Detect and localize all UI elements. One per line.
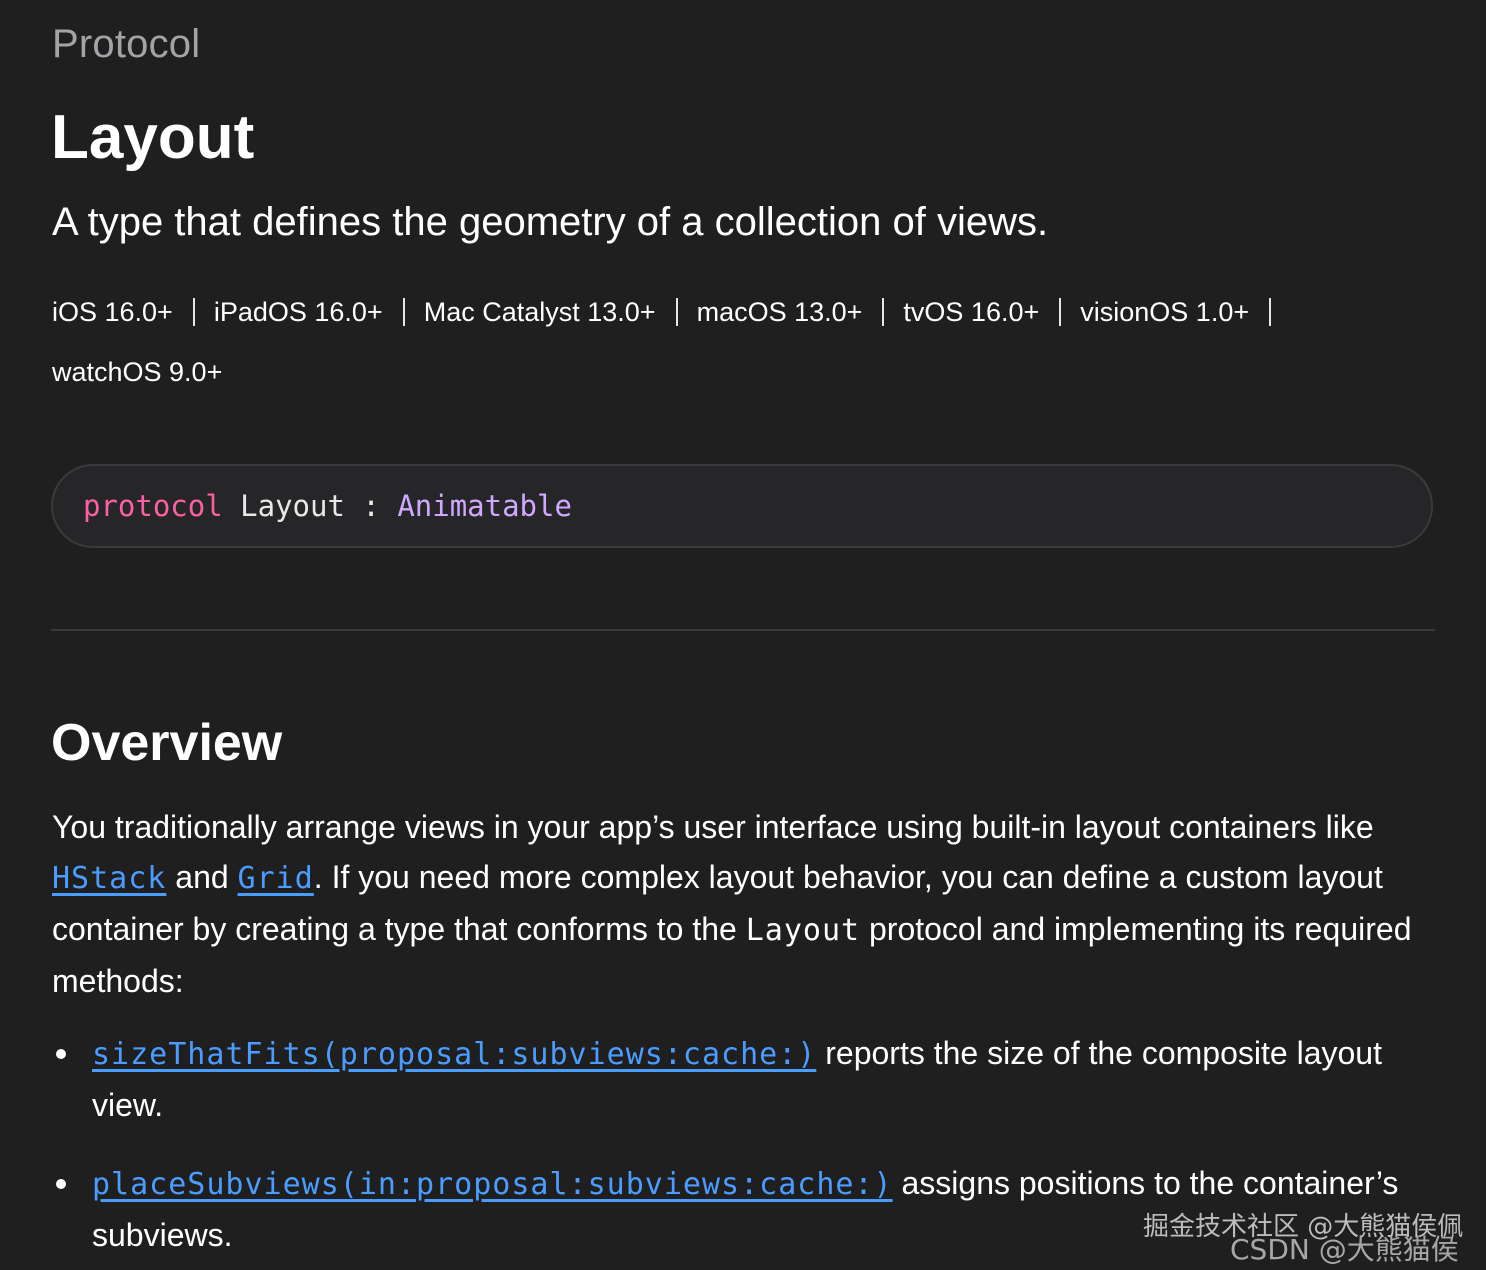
bullet-icon [56,1179,66,1189]
page-title: Layout [51,103,255,172]
declaration-conformance[interactable]: Animatable [397,489,572,523]
platform-label: iOS 16.0+ [52,297,173,327]
bullet-icon [56,1049,66,1059]
overview-heading: Overview [51,714,283,772]
platform-label: visionOS 1.0+ [1080,297,1250,327]
platform-label: tvOS 16.0+ [903,297,1040,327]
declaration-name: Layout [240,489,345,523]
platform-watchos: watchOS 9.0+ [52,342,222,402]
paragraph-text: You traditionally arrange views in your … [52,809,1374,845]
separator [675,298,678,326]
grid-link[interactable]: Grid [238,861,314,896]
platform-visionos: visionOS 1.0+ [1080,282,1290,342]
platform-label: iPadOS 16.0+ [213,297,383,327]
declaration-colon: : [362,489,380,523]
platform-ios: iOS 16.0+ [52,282,214,342]
platform-tvos: tvOS 16.0+ [903,282,1080,342]
abstract-text: A type that defines the geometry of a co… [52,200,1049,244]
platform-label: macOS 13.0+ [696,297,863,327]
separator [192,298,195,326]
inline-code-layout: Layout [745,913,861,948]
overview-paragraph: You traditionally arrange views in your … [52,802,1442,1006]
separator [1269,298,1272,326]
platform-macos: macOS 13.0+ [697,282,904,342]
section-divider [51,629,1435,631]
platform-label: Mac Catalyst 13.0+ [423,297,656,327]
symbol-kind-eyebrow: Protocol [52,22,201,66]
availability-list: iOS 16.0+ iPadOS 16.0+ Mac Catalyst 13.0+ m… [52,282,1352,402]
size-that-fits-link[interactable]: sizeThatFits(proposal:subviews:cache:) [92,1037,816,1072]
watermark-csdn: CSDN @大熊猫侯佩 [1230,1233,1459,1266]
place-subviews-link[interactable]: placeSubviews(in:proposal:subviews:cache… [92,1167,893,1202]
platform-ipados: iPadOS 16.0+ [214,282,424,342]
platform-label: watchOS 9.0+ [52,357,223,387]
declaration-keyword: protocol [83,489,223,523]
declaration-code-block: protocol Layout : Animatable [51,464,1433,548]
separator [882,298,885,326]
hstack-link[interactable]: HStack [52,861,166,896]
separator [1059,298,1062,326]
separator [402,298,405,326]
list-item: sizeThatFits(proposal:subviews:cache:) r… [52,1028,1442,1130]
paragraph-text: and [166,859,238,895]
platform-mac-catalyst: Mac Catalyst 13.0+ [424,282,697,342]
documentation-page: Protocol Layout A type that defines the … [0,0,1486,1270]
